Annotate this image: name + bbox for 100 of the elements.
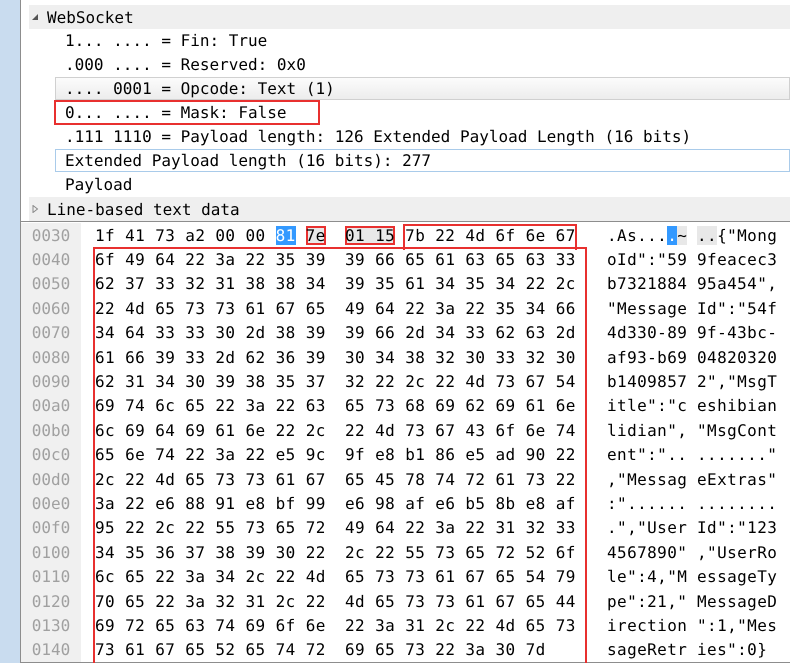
ascii-text: b1409857 bbox=[607, 372, 688, 392]
offset-label: 0050 bbox=[21, 272, 81, 296]
ascii-text: ........ bbox=[697, 494, 778, 513]
ascii-text: 9feacec3 bbox=[697, 250, 778, 270]
hex-bytes: 34 35 36 37 38 39 30 22 bbox=[95, 542, 326, 562]
ascii-text: 4d330-89 bbox=[607, 323, 688, 342]
tree-item[interactable]: 1... .... = Fin: True bbox=[55, 29, 790, 52]
hex-bytes: 49 64 22 3a 22 31 32 33 bbox=[345, 518, 576, 538]
tree-node-label[interactable]: WebSocket bbox=[47, 8, 134, 26]
hex-bytes: 69 72 65 63 74 69 6f 6e bbox=[95, 616, 326, 635]
hex-bytes: 30 34 38 32 30 33 32 30 bbox=[345, 348, 576, 367]
ascii-text: :"...... bbox=[607, 494, 688, 513]
highlighted-chars: ~ bbox=[677, 226, 688, 245]
offset-label: 00e0 bbox=[21, 491, 81, 516]
selected-byte: 81 bbox=[276, 226, 296, 245]
ascii-text: .As... bbox=[607, 226, 668, 245]
ascii-text: ,"Messag bbox=[607, 470, 688, 489]
ascii-text: 9f-43bc- bbox=[697, 323, 778, 342]
ascii-text: pe":21," bbox=[607, 592, 688, 611]
ascii-text: b7321884 bbox=[607, 274, 688, 294]
expand-arrow-icon[interactable] bbox=[31, 205, 39, 213]
ascii-text: 04820320 bbox=[697, 348, 778, 367]
hex-bytes: 9f e8 b1 86 e5 ad 90 22 bbox=[345, 445, 576, 464]
hex-bytes: 4d 65 73 73 61 67 65 44 bbox=[345, 592, 576, 611]
hex-bytes: 65 73 73 61 67 65 54 79 bbox=[345, 567, 576, 586]
tree-item[interactable]: .... 0001 = Opcode: Text (1) bbox=[55, 77, 790, 100]
hex-bytes: 62 37 33 32 31 38 38 34 bbox=[95, 274, 326, 294]
ascii-text: lidian", bbox=[607, 420, 688, 440]
ascii-text: ......." bbox=[697, 445, 778, 464]
offset-label: 0080 bbox=[21, 344, 81, 370]
hex-bytes: 39 66 65 61 63 65 63 33 bbox=[345, 250, 576, 270]
hex-bytes: 70 65 22 3a 32 31 2c 22 bbox=[95, 592, 326, 611]
offset-label: 0110 bbox=[21, 564, 81, 589]
tree-item[interactable]: .000 .... = Reserved: 0x0 bbox=[55, 53, 790, 76]
hex-bytes: 2c 22 4d 65 73 73 61 67 bbox=[95, 470, 326, 489]
hex-bytes: 6f 49 64 22 3a 22 35 39 bbox=[95, 250, 326, 270]
hex-bytes: 69 74 6c 65 22 3a 22 63 bbox=[95, 396, 326, 416]
ascii-text: MessageD bbox=[697, 592, 778, 611]
ascii-text: af93-b69 bbox=[607, 348, 688, 367]
tree-item[interactable]: .111 1110 = Payload length: 126 Extended Payload Length (16 bits) bbox=[55, 125, 790, 148]
ascii-text: Id":"54f bbox=[697, 298, 778, 318]
offset-label: 00f0 bbox=[21, 516, 81, 540]
hex-bytes: 22 4d 65 73 73 61 67 65 bbox=[95, 298, 326, 318]
ascii-text: eshibian bbox=[697, 396, 778, 416]
offset-label: 00a0 bbox=[21, 394, 81, 418]
ascii-text: {"Mong bbox=[717, 226, 778, 245]
ascii-text: sageRetr bbox=[607, 640, 688, 660]
tree-item[interactable]: Extended Payload length (16 bits): 277 bbox=[55, 149, 790, 172]
collapse-arrow-icon[interactable] bbox=[31, 13, 39, 21]
hex-bytes: 65 6e 74 22 3a 22 e5 9c bbox=[95, 445, 326, 464]
hex-bytes: 1f 41 73 a2 00 00 bbox=[95, 226, 266, 245]
ascii-text: .","User bbox=[607, 518, 688, 538]
hex-bytes: 69 65 73 22 3a 30 7d bbox=[345, 640, 546, 660]
ascii-text: ":1,"Mes bbox=[697, 616, 778, 635]
tree-item[interactable]: 0... .... = Mask: False bbox=[55, 101, 319, 124]
ascii-text: Id":"123 bbox=[697, 518, 778, 538]
hex-bytes: 6c 69 64 69 61 6e 22 2c bbox=[95, 420, 326, 440]
ascii-text: ,"UserRo bbox=[697, 542, 778, 562]
hex-bytes: 95 22 2c 22 55 73 65 72 bbox=[95, 518, 326, 538]
hex-bytes: 39 35 61 34 35 34 22 2c bbox=[345, 274, 576, 294]
hex-bytes: 73 61 67 65 52 65 74 72 bbox=[95, 640, 326, 660]
ascii-text: 4567890" bbox=[607, 542, 688, 562]
hex-bytes: 22 4d 73 67 43 6f 6e 74 bbox=[345, 420, 576, 440]
ascii-text: essageTy bbox=[697, 567, 778, 586]
ascii-text: 95a454", bbox=[697, 274, 778, 294]
offset-label: 0090 bbox=[21, 369, 81, 394]
offset-label: 00c0 bbox=[21, 442, 81, 467]
ascii-text: le":4,"M bbox=[607, 567, 688, 586]
offset-label: 0060 bbox=[21, 296, 81, 321]
offset-label: 0120 bbox=[21, 588, 81, 614]
hex-bytes: 34 64 33 33 30 2d 38 39 bbox=[95, 323, 326, 342]
hex-bytes: 6c 65 22 3a 34 2c 22 4d bbox=[95, 567, 326, 586]
ascii-text: ent":".. bbox=[607, 445, 688, 464]
offset-label: 0130 bbox=[21, 613, 81, 638]
hex-bytes: 65 45 78 74 72 61 73 22 bbox=[345, 470, 576, 489]
hex-bytes: e6 98 af e6 b5 8b e8 af bbox=[345, 494, 576, 513]
offset-label: 0070 bbox=[21, 320, 81, 345]
offset-label: 0030 bbox=[21, 223, 81, 248]
hex-bytes: 2c 22 55 73 65 72 52 6f bbox=[345, 542, 576, 562]
hex-bytes: 61 66 39 33 2d 62 36 39 bbox=[95, 348, 326, 367]
offset-label: 0100 bbox=[21, 540, 81, 564]
ascii-text: itle":"c bbox=[607, 396, 688, 416]
ascii-text: "Message bbox=[607, 298, 688, 318]
highlighted-chars: .. bbox=[697, 226, 718, 245]
offset-label: 0040 bbox=[21, 247, 81, 272]
offset-label: 00b0 bbox=[21, 418, 81, 443]
ascii-text: eExtras" bbox=[697, 470, 778, 489]
ascii-text: 2","MsgT bbox=[697, 372, 778, 392]
hex-bytes: 39 66 2d 34 33 62 63 2d bbox=[345, 323, 576, 342]
ascii-text: oId":"59 bbox=[607, 250, 688, 270]
ascii-text: ies":0} bbox=[697, 640, 768, 660]
ascii-text: "MsgCont bbox=[697, 420, 778, 440]
selected-char: . bbox=[667, 226, 678, 245]
offset-label: 0140 bbox=[21, 638, 81, 662]
hex-bytes: 65 73 68 69 62 69 61 6e bbox=[345, 396, 576, 416]
hex-bytes: 3a 22 e6 88 91 e8 bf 99 bbox=[95, 494, 326, 513]
tree-item[interactable]: Payload bbox=[55, 173, 790, 196]
hex-bytes: 7b 22 4d 6f 6e 67 bbox=[405, 226, 576, 245]
offset-label: 00d0 bbox=[21, 466, 81, 492]
hex-bytes: 49 64 22 3a 22 35 34 66 bbox=[345, 298, 576, 318]
